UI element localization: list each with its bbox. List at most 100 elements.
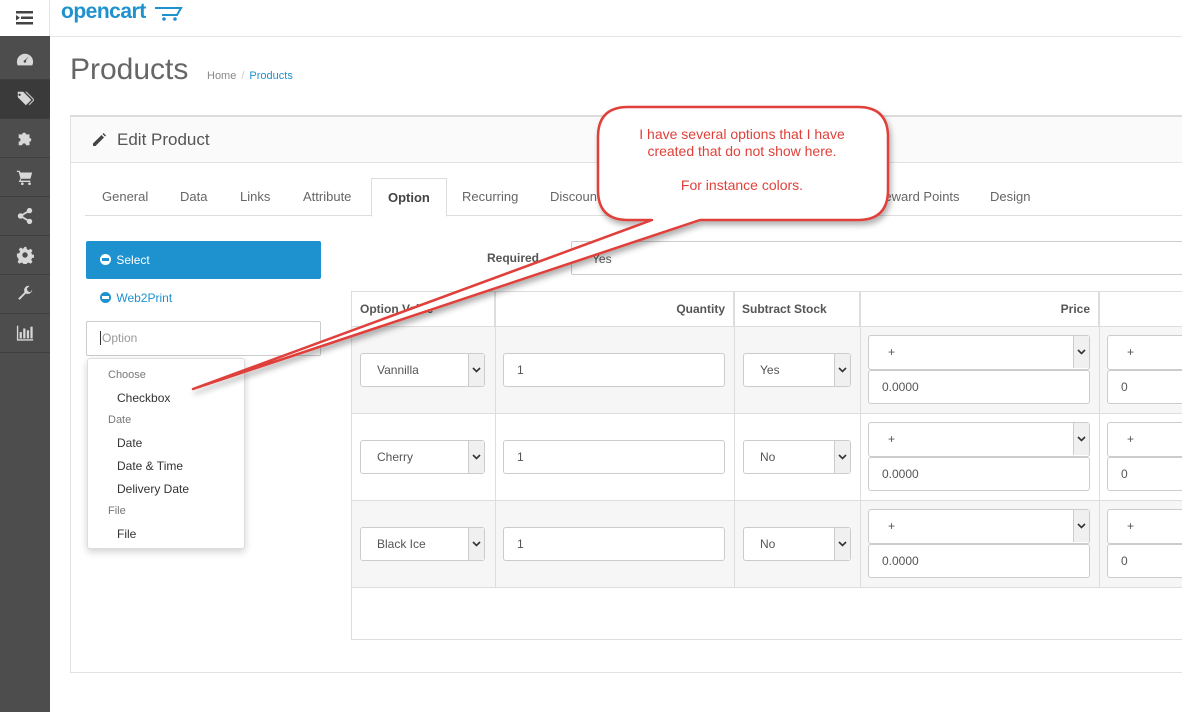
tag-icon bbox=[16, 91, 34, 106]
breadcrumb-products[interactable]: Products bbox=[249, 70, 292, 82]
quantity-value: 1 bbox=[517, 450, 524, 464]
points-input[interactable]: 0 bbox=[1107, 370, 1182, 404]
sidebar-item-reports[interactable] bbox=[0, 314, 50, 353]
dropdown-group-header: File bbox=[108, 505, 126, 517]
option-select-button[interactable]: Select bbox=[86, 241, 321, 279]
option-value-text: Black Ice bbox=[377, 537, 426, 551]
required-label: Required bbox=[487, 251, 540, 265]
sidebar-item-tools[interactable] bbox=[0, 275, 50, 314]
tab-general[interactable]: General bbox=[86, 178, 164, 216]
wrench-icon bbox=[18, 285, 33, 300]
price-value: 0.0000 bbox=[882, 554, 919, 568]
points-prefix-value: + bbox=[1127, 345, 1135, 359]
tab-recurring[interactable]: Recurring bbox=[446, 178, 534, 216]
top-header: opencart bbox=[50, 0, 1182, 37]
price-prefix-select[interactable]: + bbox=[868, 335, 1090, 370]
option-value-text: Cherry bbox=[377, 450, 414, 464]
callout-line-3: For instance colors. bbox=[680, 177, 804, 193]
option-value-text: Vannilla bbox=[377, 363, 419, 377]
column-header-subtract-stock: Subtract Stock bbox=[734, 292, 860, 327]
sidebar-item-marketing[interactable] bbox=[0, 197, 50, 236]
price-input[interactable]: 0.0000 bbox=[868, 544, 1090, 578]
option-select-label: Select bbox=[116, 253, 150, 267]
option-search-input[interactable]: Option bbox=[86, 321, 321, 356]
price-prefix-select[interactable]: + bbox=[868, 509, 1090, 544]
dropdown-item[interactable]: Date & Time bbox=[117, 459, 183, 473]
subtract-stock-select[interactable]: No bbox=[743, 440, 851, 474]
pencil-icon bbox=[93, 133, 106, 146]
minus-circle-icon[interactable] bbox=[100, 254, 111, 265]
option-value-select[interactable]: Black Ice bbox=[360, 527, 485, 561]
tab-links[interactable]: Links bbox=[224, 178, 286, 216]
breadcrumb: Home / Products bbox=[207, 70, 293, 82]
tab-data[interactable]: Data bbox=[164, 178, 223, 216]
tab-attribute[interactable]: Attribute bbox=[287, 178, 367, 216]
callout-line-1: I have several options that I have bbox=[639, 126, 845, 142]
web2print-label: Web2Print bbox=[116, 291, 173, 305]
gear-icon bbox=[16, 246, 34, 264]
price-input[interactable]: 0.0000 bbox=[868, 370, 1090, 404]
points-prefix-select[interactable]: + bbox=[1107, 422, 1182, 457]
option-web2print-link[interactable]: Web2Print bbox=[100, 291, 172, 305]
column-header-option-value: Option Value bbox=[352, 292, 495, 327]
dashboard-icon bbox=[16, 53, 34, 66]
sidebar-item-dashboard[interactable] bbox=[0, 41, 50, 80]
text-cursor bbox=[100, 331, 101, 345]
quantity-input[interactable]: 1 bbox=[503, 353, 725, 387]
chevron-down-icon bbox=[838, 367, 847, 373]
points-input[interactable]: 0 bbox=[1107, 544, 1182, 578]
sidebar-item-extensions[interactable] bbox=[0, 119, 50, 158]
points-prefix-select[interactable]: + bbox=[1107, 335, 1182, 370]
sidebar-item-system[interactable] bbox=[0, 236, 50, 275]
sidebar-item-sales[interactable] bbox=[0, 158, 50, 197]
chevron-down-icon bbox=[1077, 523, 1086, 529]
cart-logo-icon bbox=[155, 7, 183, 21]
price-prefix-value: + bbox=[888, 432, 896, 446]
price-prefix-value: + bbox=[888, 519, 896, 533]
dropdown-item[interactable]: File bbox=[117, 527, 136, 541]
quantity-value: 1 bbox=[517, 537, 524, 551]
points-prefix-select[interactable]: + bbox=[1107, 509, 1182, 544]
opencart-logo[interactable]: opencart bbox=[61, 0, 183, 24]
option-value-select[interactable]: Cherry bbox=[360, 440, 485, 474]
option-value-select[interactable]: Vannilla bbox=[360, 353, 485, 387]
price-input[interactable]: 0.0000 bbox=[868, 457, 1090, 491]
tab-design[interactable]: Design bbox=[974, 178, 1046, 216]
dropdown-item[interactable]: Date bbox=[117, 436, 142, 450]
puzzle-icon bbox=[18, 132, 32, 146]
price-value: 0.0000 bbox=[882, 467, 919, 481]
dropdown-item[interactable]: Checkbox bbox=[117, 391, 170, 405]
page-title: Products bbox=[70, 53, 189, 86]
sidebar bbox=[0, 0, 50, 712]
cart-icon bbox=[16, 170, 33, 186]
chevron-down-icon bbox=[838, 541, 847, 547]
column-header-points bbox=[1099, 292, 1182, 327]
minus-circle-icon[interactable] bbox=[100, 292, 111, 303]
subtract-stock-select[interactable]: Yes bbox=[743, 353, 851, 387]
required-value: Yes bbox=[592, 252, 612, 266]
callout-line-2: created that do not show here. bbox=[647, 143, 837, 159]
chevron-down-icon bbox=[1077, 436, 1086, 442]
subtract-stock-select[interactable]: No bbox=[743, 527, 851, 561]
quantity-input[interactable]: 1 bbox=[503, 440, 725, 474]
points-input[interactable]: 0 bbox=[1107, 457, 1182, 491]
column-header-quantity: Quantity bbox=[495, 292, 734, 327]
price-value: 0.0000 bbox=[882, 380, 919, 394]
price-prefix-select[interactable]: + bbox=[868, 422, 1090, 457]
points-prefix-value: + bbox=[1127, 519, 1135, 533]
sidebar-toggle[interactable] bbox=[0, 0, 50, 36]
required-select[interactable]: Yes bbox=[571, 241, 1182, 275]
sidebar-item-catalog[interactable] bbox=[0, 80, 50, 119]
quantity-input[interactable]: 1 bbox=[503, 527, 725, 561]
subtract-value: No bbox=[760, 450, 776, 464]
breadcrumb-home[interactable]: Home bbox=[207, 70, 236, 82]
panel-title: Edit Product bbox=[117, 130, 210, 149]
dropdown-item[interactable]: Delivery Date bbox=[117, 482, 189, 496]
logo-text: opencart bbox=[61, 0, 146, 23]
dropdown-group-header: Date bbox=[108, 414, 132, 426]
chevron-down-icon bbox=[472, 541, 481, 547]
subtract-value: No bbox=[760, 537, 776, 551]
chevron-down-icon bbox=[838, 454, 847, 460]
tab-option[interactable]: Option bbox=[371, 178, 447, 217]
option-autocomplete-dropdown: Choose Checkbox Date Date Date & Time De… bbox=[87, 358, 245, 549]
